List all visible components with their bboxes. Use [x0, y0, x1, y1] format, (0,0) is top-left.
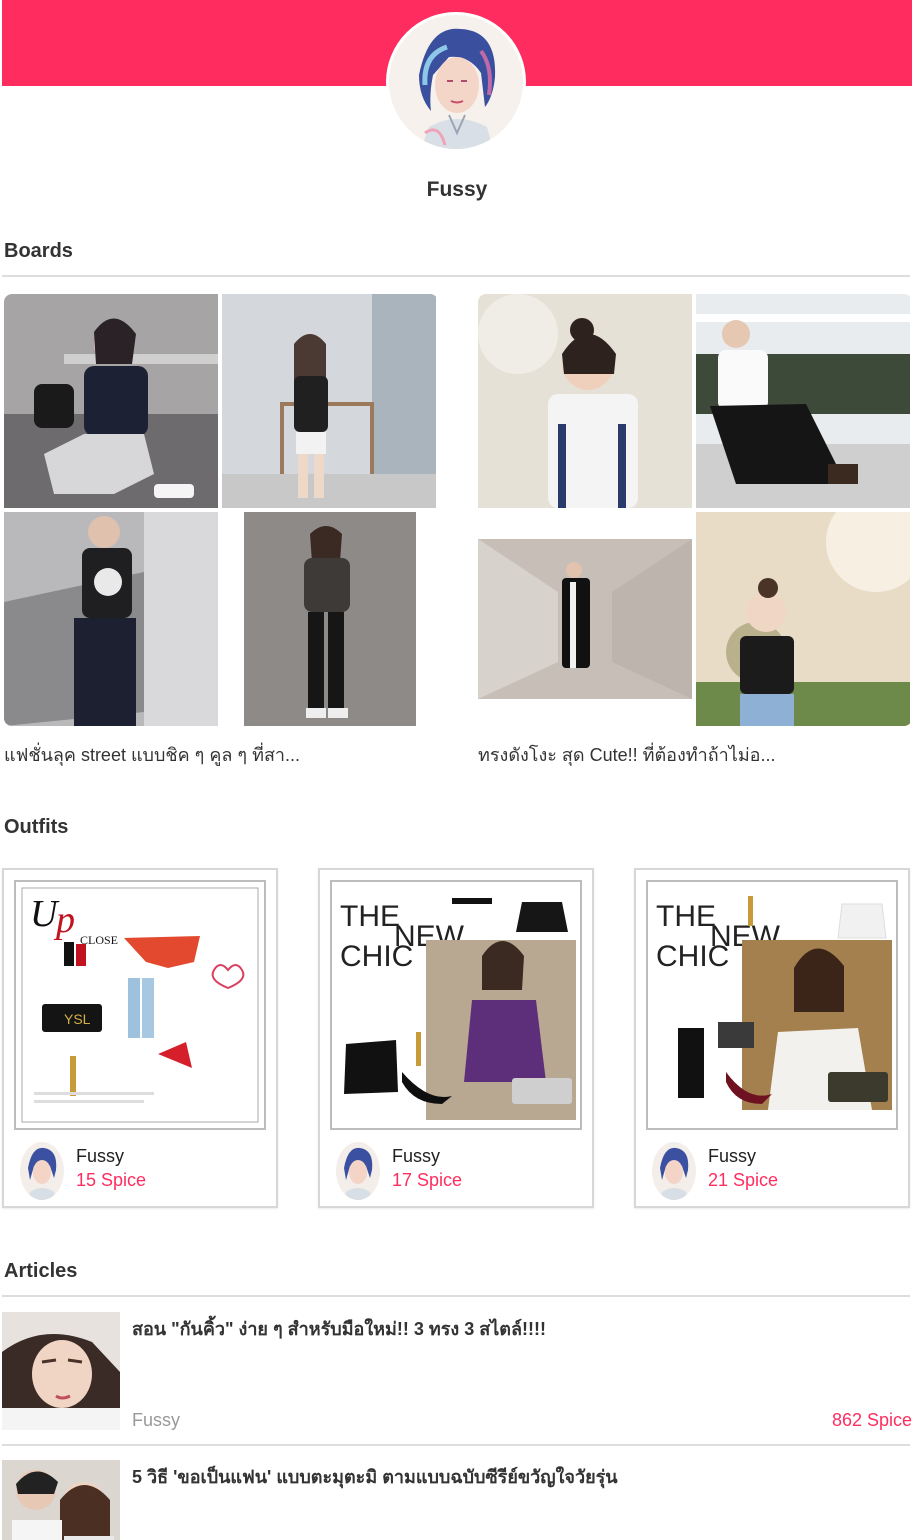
article-thumbnail[interactable] — [2, 1460, 120, 1540]
outfit-spice-count: 15 Spice — [76, 1170, 147, 1190]
board-photo — [4, 294, 218, 508]
article-spice-count: 862 Spice — [831, 1410, 912, 1430]
svg-text:THE: THE — [340, 900, 400, 933]
svg-text:YSL: YSL — [64, 1011, 91, 1027]
boards-divider — [2, 275, 910, 277]
article-divider — [2, 1444, 910, 1446]
board-photo — [222, 512, 436, 726]
board-photo — [478, 294, 692, 508]
board-photo — [478, 512, 692, 726]
article-item[interactable]: 5 วิธี 'ขอเป็นแฟน' แบบตะมุตะมิ ตามแบบฉบั… — [2, 1460, 912, 1540]
svg-text:CHIC: CHIC — [340, 940, 413, 973]
board-photo — [696, 294, 910, 508]
svg-text:p: p — [53, 899, 75, 941]
article-title[interactable]: 5 วิธี 'ขอเป็นแฟน' แบบตะมุตะมิ ตามแบบฉบั… — [132, 1462, 618, 1491]
outfit-card[interactable]: U p CLOSE YSL Fussy 15 Spice — [2, 868, 278, 1208]
article-thumbnail[interactable] — [2, 1312, 120, 1430]
outfit-collage: THE NEW CHIC — [330, 880, 582, 1130]
articles-divider — [2, 1295, 910, 1297]
article-title[interactable]: สอน "กันคิ้ว" ง่าย ๆ สำหรับมือใหม่!! 3 ท… — [132, 1314, 546, 1343]
profile-avatar[interactable] — [386, 12, 526, 152]
outfit-author-avatar[interactable] — [652, 1142, 696, 1200]
board-photo — [696, 512, 910, 726]
board-caption[interactable]: แฟชั่นลุค street แบบชิค ๆ คูล ๆ ที่สา... — [4, 740, 300, 769]
outfit-collage: THE NEW CHIC — [646, 880, 898, 1130]
svg-text:CHIC: CHIC — [656, 940, 729, 973]
outfit-card[interactable]: THE NEW CHIC Fussy 21 Spice — [634, 868, 910, 1208]
outfit-author-avatar[interactable] — [20, 1142, 64, 1200]
outfit-author-name[interactable]: Fussy — [76, 1146, 124, 1167]
outfit-author-name[interactable]: Fussy — [708, 1146, 756, 1167]
outfit-author-name[interactable]: Fussy — [392, 1146, 440, 1167]
outfit-spice-count: 21 Spice — [708, 1170, 779, 1190]
boards-heading: Boards — [4, 240, 73, 262]
article-author[interactable]: Fussy — [132, 1410, 180, 1431]
board-card-street[interactable] — [4, 294, 438, 726]
board-photo — [222, 294, 436, 508]
outfit-author-avatar[interactable] — [336, 1142, 380, 1200]
board-card-dango-hair[interactable] — [478, 294, 912, 726]
profile-name: Fussy — [426, 178, 488, 201]
article-item[interactable]: สอน "กันคิ้ว" ง่าย ๆ สำหรับมือใหม่!! 3 ท… — [2, 1312, 912, 1430]
board-caption[interactable]: ทรงดังโงะ สุด Cute!! ที่ต้องทำถ้าไม่อ... — [478, 740, 776, 769]
outfit-card[interactable]: THE NEW CHIC Fussy 17 Spice — [318, 868, 594, 1208]
svg-text:THE: THE — [656, 900, 716, 933]
outfit-collage: U p CLOSE YSL — [14, 880, 266, 1130]
articles-heading: Articles — [4, 1260, 78, 1282]
board-photo — [4, 512, 218, 726]
outfits-heading: Outfits — [4, 816, 69, 838]
outfit-spice-count: 17 Spice — [392, 1170, 463, 1190]
